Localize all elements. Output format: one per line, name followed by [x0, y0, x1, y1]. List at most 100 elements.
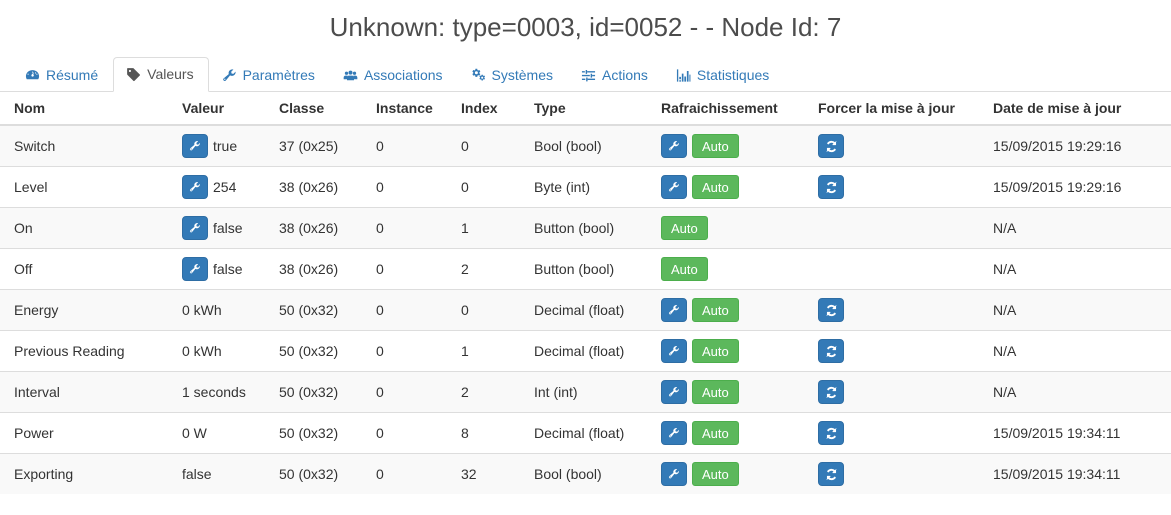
edit-value-button[interactable]: [182, 134, 208, 159]
cell-type: Decimal (float): [520, 412, 647, 454]
btn-wrench-icon: [668, 468, 680, 480]
auto-badge[interactable]: Auto: [692, 380, 739, 405]
edit-refresh-button[interactable]: [661, 298, 687, 323]
cell-classe: 50 (0x32): [265, 412, 362, 454]
tab-label: Statistiques: [696, 67, 770, 84]
cell-forcer-mise-a-jour: [804, 453, 979, 495]
tab-label: Associations: [363, 67, 443, 84]
cell-forcer-mise-a-jour: [804, 207, 979, 249]
auto-badge[interactable]: Auto: [692, 421, 739, 446]
cell-classe: 38 (0x26): [265, 248, 362, 290]
cell-forcer-mise-a-jour: [804, 371, 979, 413]
auto-badge[interactable]: Auto: [692, 134, 739, 159]
table-row: Energy 0 kWh 50 (0x32) 0 0 Decimal (float) Aut…: [0, 289, 1171, 331]
edit-refresh-button[interactable]: [661, 421, 687, 446]
tab-rsum[interactable]: Résumé: [12, 58, 113, 92]
refresh-icon: [825, 345, 838, 358]
auto-badge[interactable]: Auto: [692, 298, 739, 323]
cell-type: Decimal (float): [520, 330, 647, 372]
tag-icon: [126, 67, 141, 82]
cell-index: 0: [447, 166, 520, 208]
cell-forcer-mise-a-jour: [804, 412, 979, 454]
refresh-icon: [825, 468, 838, 481]
force-update-button[interactable]: [818, 339, 844, 364]
tab-paramtres[interactable]: Paramètres: [209, 58, 330, 92]
force-update-button[interactable]: [818, 380, 844, 405]
value-text: true: [213, 138, 238, 155]
sliders-icon: [581, 68, 596, 83]
users-icon: [343, 68, 358, 83]
tab-bar: Résumé Valeurs Paramètres Associations Systè…: [0, 57, 1171, 93]
tab-valeurs[interactable]: Valeurs: [113, 57, 209, 93]
btn-wrench-icon: [668, 386, 680, 398]
cell-rafraichissement: Auto: [647, 124, 804, 167]
edit-value-button[interactable]: [182, 175, 208, 200]
cell-date-mise-a-jour: N/A: [979, 248, 1171, 290]
cell-date-mise-a-jour: 15/09/2015 19:29:16: [979, 166, 1171, 208]
edit-refresh-button[interactable]: [661, 134, 687, 159]
refresh-icon: [825, 181, 838, 194]
cell-type: Button (bool): [520, 207, 647, 249]
cell-rafraichissement: Auto: [647, 248, 804, 290]
auto-badge[interactable]: Auto: [661, 257, 708, 282]
force-update-button[interactable]: [818, 134, 844, 159]
wrench-icon: [222, 68, 237, 83]
auto-badge[interactable]: Auto: [692, 462, 739, 487]
edit-refresh-button[interactable]: [661, 380, 687, 405]
cell-type: Int (int): [520, 371, 647, 413]
edit-refresh-button[interactable]: [661, 175, 687, 200]
table-row: Interval 1 seconds 50 (0x32) 0 2 Int (int) Aut…: [0, 371, 1171, 413]
cell-valeur: 1 seconds: [168, 371, 265, 413]
edit-value-button[interactable]: [182, 216, 208, 241]
cell-valeur: true: [168, 124, 265, 167]
column-header: Index: [447, 92, 520, 127]
cell-nom: Exporting: [0, 453, 168, 495]
cell-valeur: false: [168, 248, 265, 290]
force-update-button[interactable]: [818, 462, 844, 487]
btn-wrench-icon: [668, 304, 680, 316]
column-header: Type: [520, 92, 647, 127]
cell-index: 32: [447, 453, 520, 495]
force-update-button[interactable]: [818, 175, 844, 200]
cell-instance: 0: [362, 371, 447, 413]
table-header-row: Nom Valeur Classe Instance Index Type Rafraich…: [0, 92, 1171, 127]
cell-valeur: 0 kWh: [168, 330, 265, 372]
auto-badge[interactable]: Auto: [692, 175, 739, 200]
cell-date-mise-a-jour: 15/09/2015 19:29:16: [979, 124, 1171, 167]
cell-nom: Energy: [0, 289, 168, 331]
value-text: 0 kWh: [182, 343, 222, 360]
cell-classe: 50 (0x32): [265, 453, 362, 495]
column-header: Classe: [265, 92, 362, 127]
tab-associations[interactable]: Associations: [330, 58, 458, 92]
cell-rafraichissement: Auto: [647, 289, 804, 331]
force-update-button[interactable]: [818, 298, 844, 323]
tab-systmes[interactable]: Systèmes: [458, 58, 568, 92]
edit-refresh-button[interactable]: [661, 339, 687, 364]
cell-index: 1: [447, 330, 520, 372]
table-header: Nom Valeur Classe Instance Index Type Rafraich…: [0, 92, 1171, 127]
cell-forcer-mise-a-jour: [804, 289, 979, 331]
btn-wrench-icon: [668, 181, 680, 193]
table-row: Power 0 W 50 (0x32) 0 8 Decimal (float) Auto 15…: [0, 412, 1171, 454]
cell-date-mise-a-jour: N/A: [979, 371, 1171, 413]
auto-badge[interactable]: Auto: [661, 216, 708, 241]
cell-rafraichissement: Auto: [647, 412, 804, 454]
cell-nom: Power: [0, 412, 168, 454]
cell-instance: 0: [362, 207, 447, 249]
tab-label: Résumé: [46, 67, 99, 84]
cell-nom: On: [0, 207, 168, 249]
tab-actions[interactable]: Actions: [568, 58, 663, 92]
cell-forcer-mise-a-jour: [804, 166, 979, 208]
edit-refresh-button[interactable]: [661, 462, 687, 487]
cell-instance: 0: [362, 166, 447, 208]
column-header: Rafraichissement: [647, 92, 804, 127]
force-update-button[interactable]: [818, 421, 844, 446]
cell-index: 0: [447, 289, 520, 331]
tab-statistiques[interactable]: Statistiques: [663, 58, 784, 92]
edit-value-button[interactable]: [182, 257, 208, 282]
table-row: Off false 38 (0x26) 0 2 Button (bool) Auto N/A: [0, 248, 1171, 290]
cell-classe: 38 (0x26): [265, 207, 362, 249]
cell-rafraichissement: Auto: [647, 207, 804, 249]
dashboard-icon: [25, 68, 40, 83]
auto-badge[interactable]: Auto: [692, 339, 739, 364]
